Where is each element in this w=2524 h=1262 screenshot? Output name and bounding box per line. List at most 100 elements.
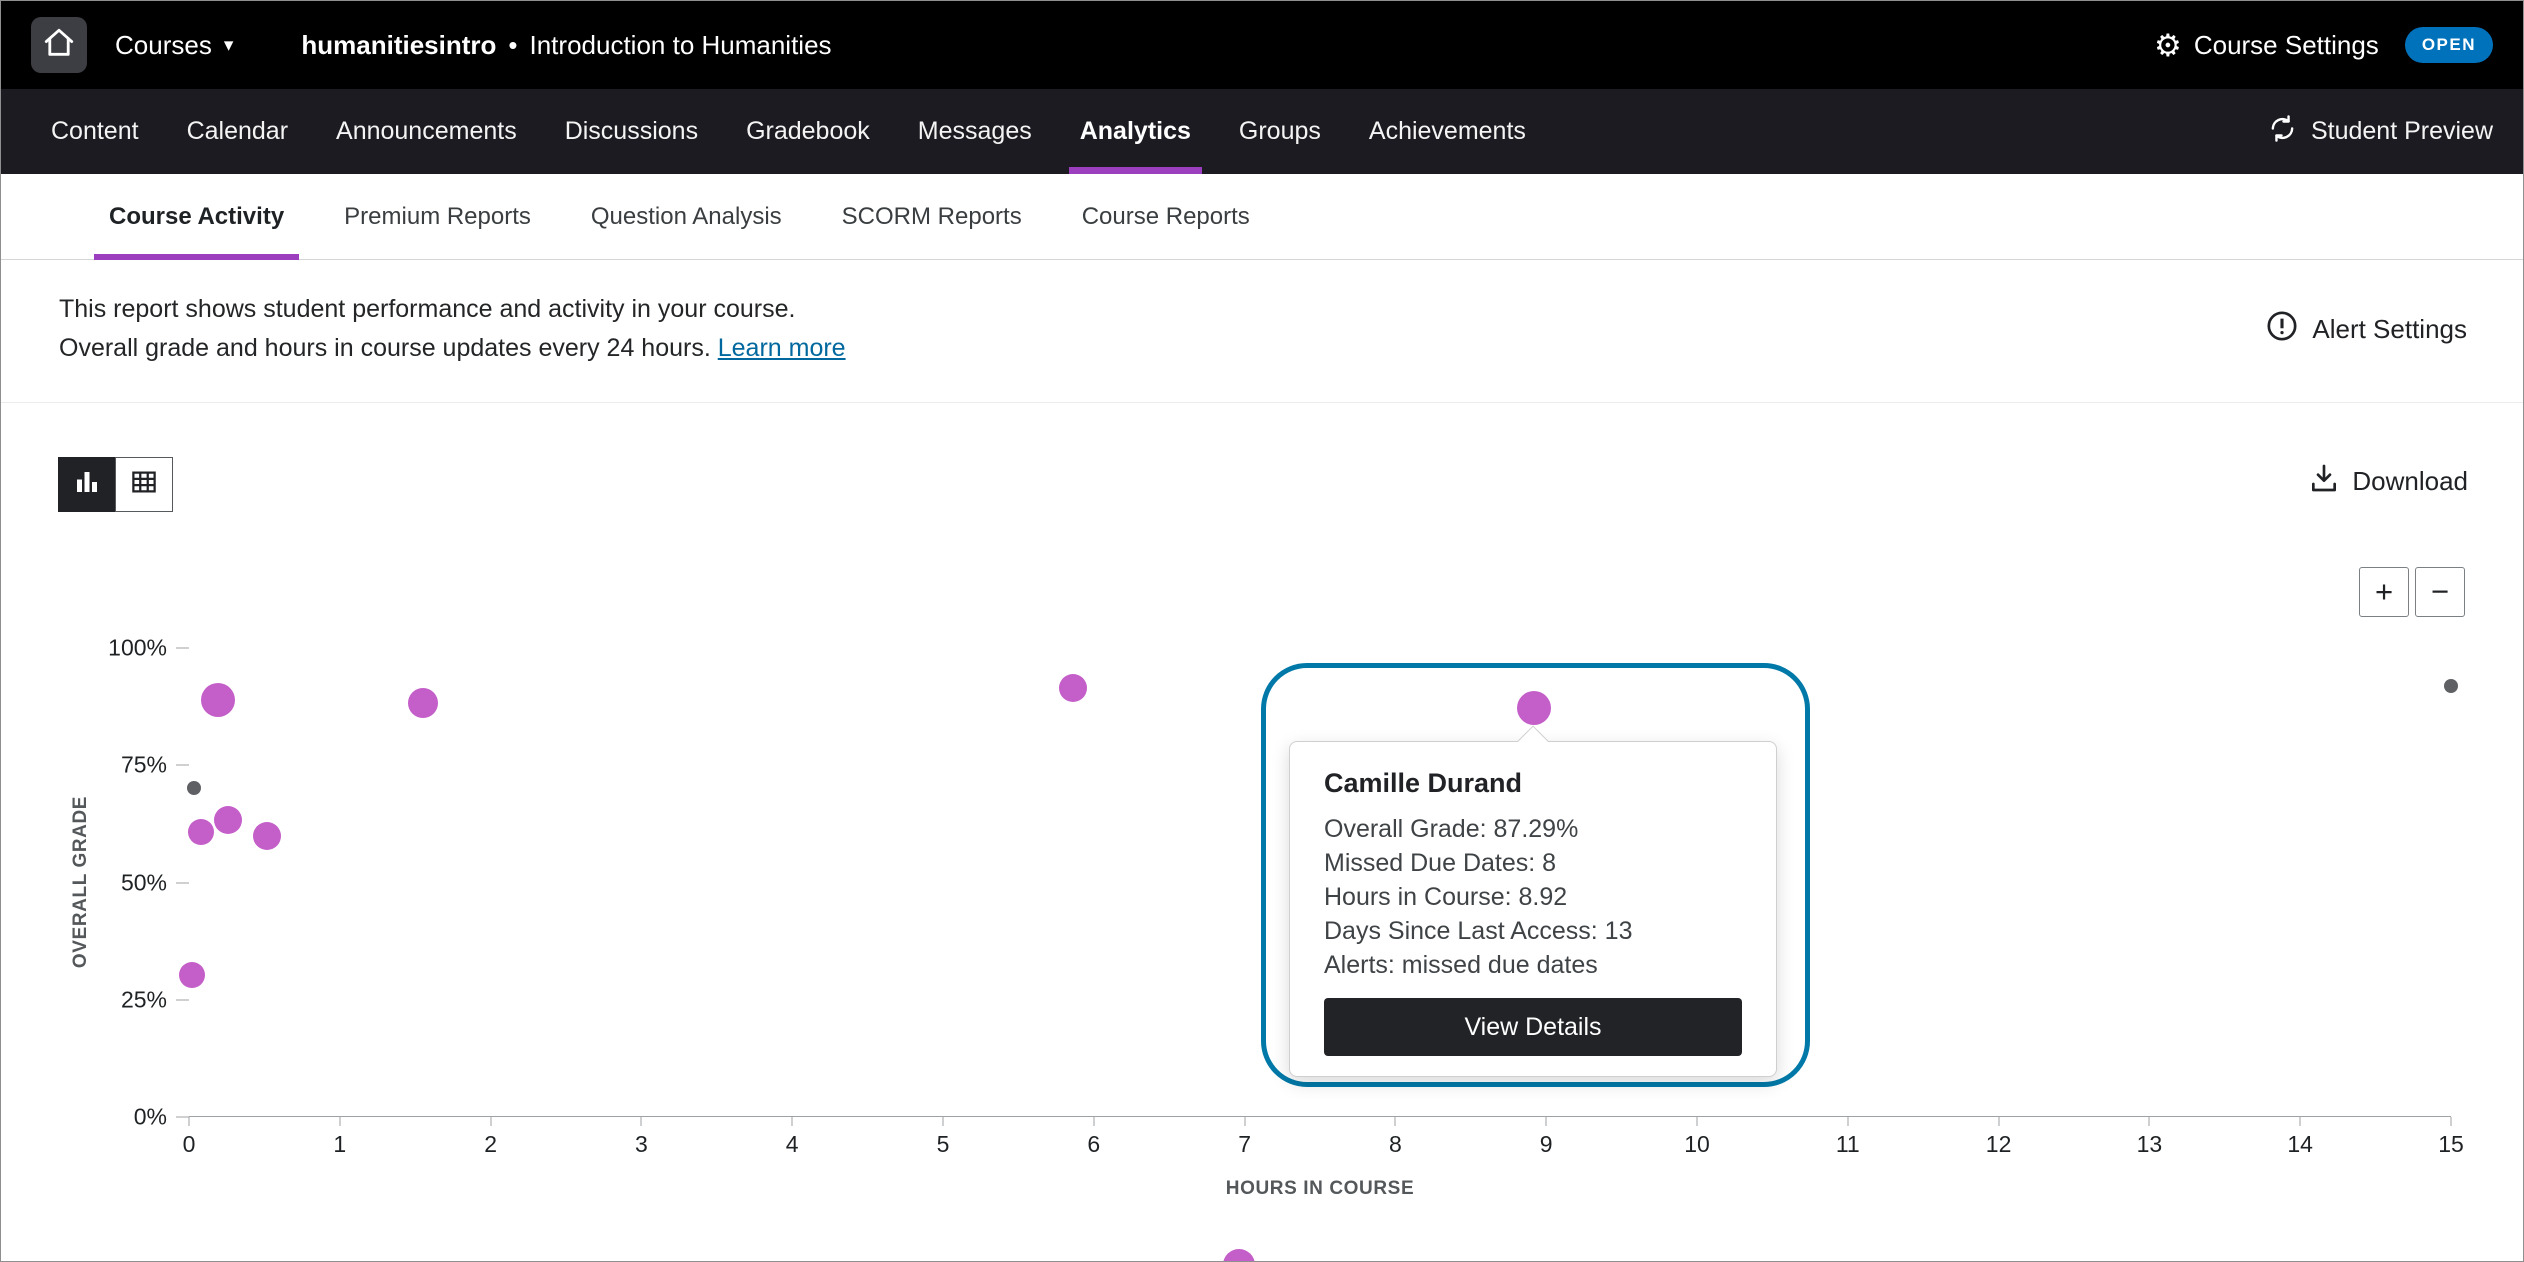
tab-groups[interactable]: Groups <box>1215 89 1345 174</box>
course-settings-button[interactable]: ⚙ Course Settings <box>2154 30 2379 61</box>
view-details-button[interactable]: View Details <box>1324 998 1742 1056</box>
x-tick-label: 11 <box>1836 1131 1860 1158</box>
description-line-2-text: Overall grade and hours in course update… <box>59 334 711 362</box>
y-tick-mark <box>176 765 189 766</box>
alert-settings-label: Alert Settings <box>2312 314 2467 345</box>
tab-content[interactable]: Content <box>27 89 163 174</box>
subtab-question-analysis[interactable]: Question Analysis <box>561 174 812 259</box>
x-tick-label: 5 <box>937 1131 950 1158</box>
tab-messages[interactable]: Messages <box>894 89 1056 174</box>
tooltip-line: Alerts: missed due dates <box>1324 948 1742 982</box>
x-tick-mark <box>1093 1117 1094 1126</box>
x-tick-label: 10 <box>1684 1131 1710 1158</box>
student-data-point[interactable] <box>1517 691 1551 725</box>
course-code: humanitiesintro <box>301 30 496 61</box>
x-tick-mark <box>1998 1117 1999 1126</box>
zoom-in-button[interactable]: + <box>2359 567 2409 617</box>
x-axis-line <box>189 1116 2451 1117</box>
x-tick-mark <box>2451 1117 2452 1126</box>
alert-settings-button[interactable]: Alert Settings <box>2265 309 2467 350</box>
x-tick-mark <box>943 1117 944 1126</box>
home-button[interactable] <box>31 17 87 73</box>
y-tick-mark <box>176 882 189 883</box>
x-tick-mark <box>2149 1117 2150 1126</box>
tooltip-line: Missed Due Dates: 8 <box>1324 846 1742 880</box>
course-navbar: Content Calendar Announcements Discussio… <box>1 89 2523 174</box>
x-tick-label: 9 <box>1540 1131 1553 1158</box>
student-preview-icon <box>2268 114 2297 150</box>
zoom-out-button[interactable]: − <box>2415 567 2465 617</box>
tab-achievements[interactable]: Achievements <box>1345 89 1550 174</box>
subtab-premium-reports[interactable]: Premium Reports <box>314 174 561 259</box>
x-tick-label: 15 <box>2438 1131 2464 1158</box>
tooltip-student-name: Camille Durand <box>1324 766 1742 800</box>
student-data-point[interactable] <box>201 683 235 717</box>
tab-discussions[interactable]: Discussions <box>541 89 722 174</box>
student-preview-label: Student Preview <box>2311 117 2493 146</box>
table-icon <box>129 467 159 502</box>
x-tick-mark <box>339 1117 340 1126</box>
y-tick-label: 25% <box>121 986 167 1013</box>
home-icon <box>42 26 76 65</box>
gear-icon: ⚙ <box>2154 30 2182 61</box>
x-tick-label: 4 <box>786 1131 799 1158</box>
student-small-data-point[interactable] <box>187 781 201 795</box>
report-subnav: Course Activity Premium Reports Question… <box>1 174 2523 260</box>
report-description-row: This report shows student performance an… <box>1 260 2523 403</box>
tab-calendar[interactable]: Calendar <box>163 89 312 174</box>
table-view-button[interactable] <box>115 457 173 512</box>
x-tick-mark <box>189 1117 190 1126</box>
zoom-controls: + − <box>2359 567 2465 617</box>
x-tick-label: 13 <box>2137 1131 2163 1158</box>
download-label: Download <box>2352 466 2468 497</box>
view-toggle <box>58 457 173 512</box>
x-tick-mark <box>641 1117 642 1126</box>
x-tick-label: 6 <box>1087 1131 1100 1158</box>
x-tick-label: 0 <box>183 1131 196 1158</box>
student-data-point[interactable] <box>1059 674 1087 702</box>
description-line-1: This report shows student performance an… <box>59 290 846 329</box>
bar-chart-icon <box>72 467 102 502</box>
subtab-course-reports[interactable]: Course Reports <box>1052 174 1280 259</box>
tab-announcements[interactable]: Announcements <box>312 89 541 174</box>
tab-analytics[interactable]: Analytics <box>1056 89 1215 174</box>
alert-icon <box>2265 309 2299 350</box>
partial-data-point[interactable] <box>1223 1249 1255 1262</box>
x-tick-label: 2 <box>484 1131 497 1158</box>
y-tick-mark <box>176 1117 189 1118</box>
description-line-2: Overall grade and hours in course update… <box>59 329 846 368</box>
student-data-point[interactable] <box>188 819 214 845</box>
x-tick-label: 14 <box>2287 1131 2313 1158</box>
student-data-point[interactable] <box>214 806 242 834</box>
y-tick-label: 75% <box>121 752 167 779</box>
chart-view-button[interactable] <box>58 457 116 512</box>
student-data-point[interactable] <box>179 962 205 988</box>
course-title: Introduction to Humanities <box>530 30 832 61</box>
topbar-right: ⚙ Course Settings OPEN <box>2154 27 2493 63</box>
course-breadcrumb: humanitiesintro • Introduction to Humani… <box>301 30 831 61</box>
tooltip-line: Hours in Course: 8.92 <box>1324 880 1742 914</box>
open-badge: OPEN <box>2405 27 2493 63</box>
x-tick-mark <box>1847 1117 1848 1126</box>
x-tick-mark <box>1546 1117 1547 1126</box>
chevron-down-icon: ▾ <box>224 36 234 55</box>
courses-menu[interactable]: Courses ▾ <box>115 30 233 61</box>
x-tick-label: 12 <box>1986 1131 2012 1158</box>
y-tick-label: 0% <box>134 1104 167 1131</box>
download-button[interactable]: Download <box>2308 462 2468 501</box>
tab-gradebook[interactable]: Gradebook <box>722 89 894 174</box>
student-preview-button[interactable]: Student Preview <box>2268 89 2493 174</box>
student-small-data-point[interactable] <box>2444 679 2458 693</box>
y-axis-title: OVERALL GRADE <box>70 796 92 968</box>
subtab-course-activity[interactable]: Course Activity <box>79 174 314 259</box>
x-tick-mark <box>490 1117 491 1126</box>
x-tick-label: 8 <box>1389 1131 1402 1158</box>
tooltip: Camille Durand Overall Grade: 87.29% Mis… <box>1289 741 1777 1077</box>
student-data-point[interactable] <box>408 688 438 718</box>
download-icon <box>2308 462 2340 501</box>
student-data-point[interactable] <box>253 822 281 850</box>
subtab-scorm-reports[interactable]: SCORM Reports <box>812 174 1052 259</box>
learn-more-link[interactable]: Learn more <box>718 334 846 362</box>
report-description: This report shows student performance an… <box>59 290 846 368</box>
x-tick-label: 7 <box>1238 1131 1251 1158</box>
